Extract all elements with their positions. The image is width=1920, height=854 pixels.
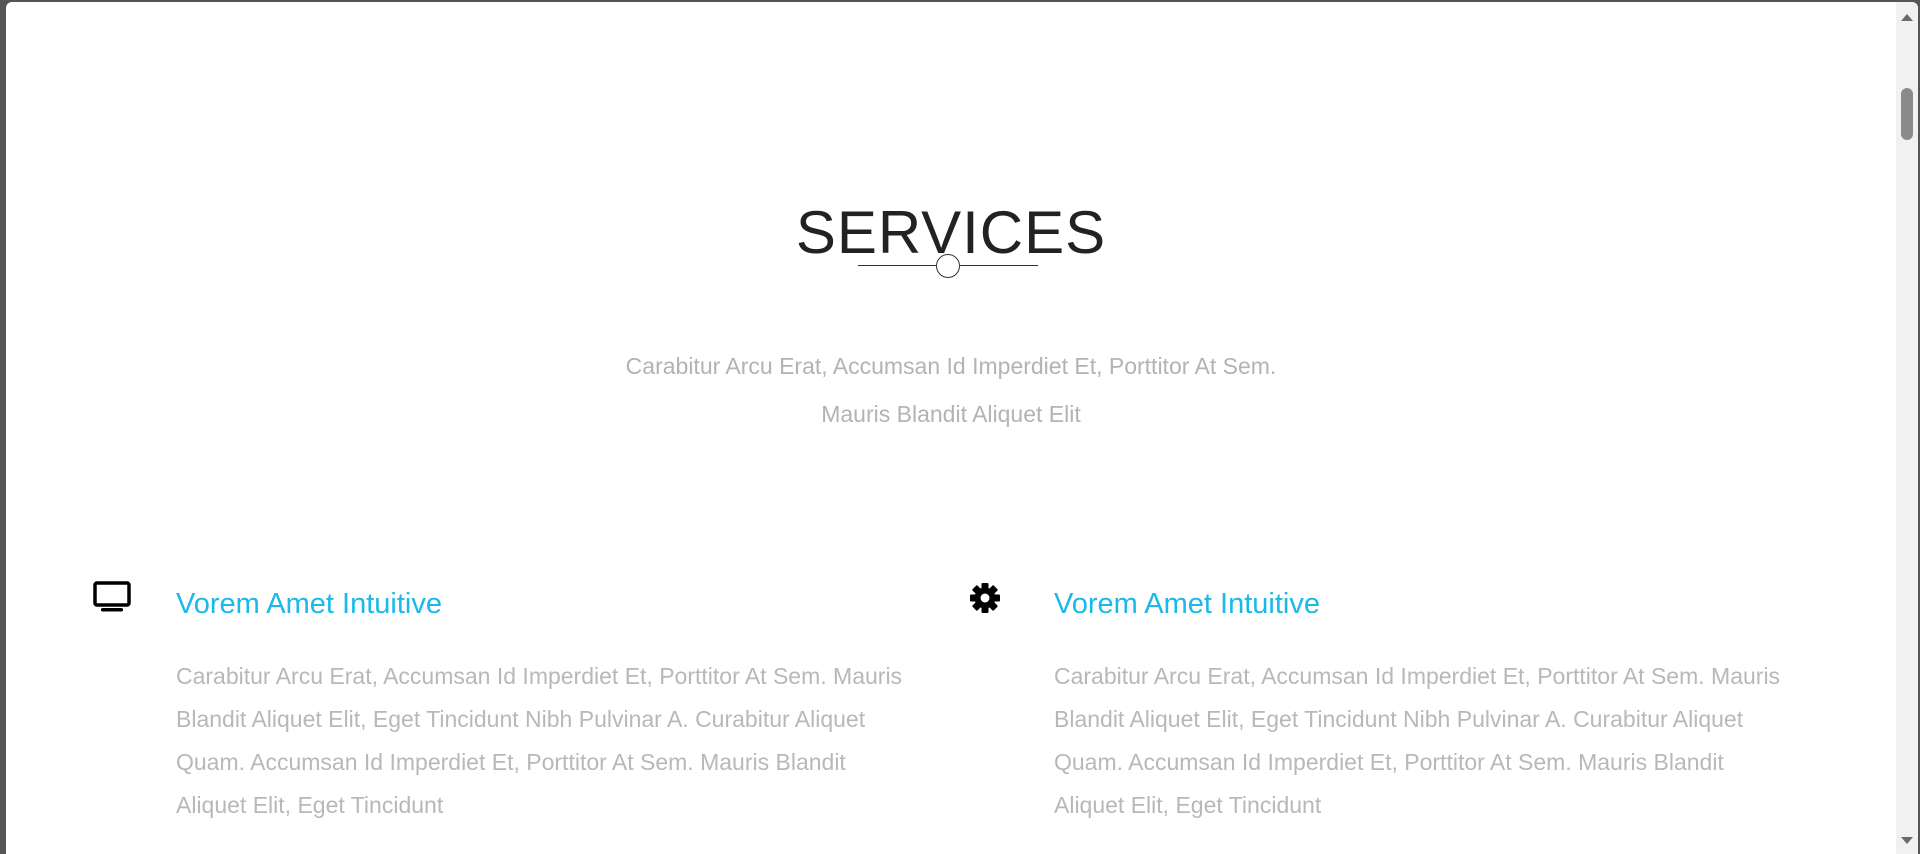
- browser-window: SERVICES Carabitur Arcu Erat, Accumsan I…: [6, 2, 1918, 854]
- service-item-1: Vorem Amet Intuitive Carabitur Arcu Erat…: [91, 577, 951, 854]
- service-item-2: Vorem Amet Intuitive Carabitur Arcu Erat…: [969, 577, 1829, 854]
- scrollbar-thumb[interactable]: [1901, 88, 1913, 140]
- service-title-2[interactable]: Vorem Amet Intuitive: [1054, 585, 1320, 623]
- vertical-scrollbar[interactable]: [1896, 2, 1918, 854]
- title-divider: [858, 253, 1038, 279]
- service-text-2: Carabitur Arcu Erat, Accumsan Id Imperdi…: [1054, 663, 1781, 818]
- scroll-up-arrow-icon[interactable]: [1901, 14, 1913, 21]
- service-text-1: Carabitur Arcu Erat, Accumsan Id Imperdi…: [176, 663, 903, 818]
- lead-line-1: Carabitur Arcu Erat, Accumsan Id Imperdi…: [625, 353, 1277, 379]
- scroll-down-arrow-icon[interactable]: [1901, 837, 1913, 844]
- gear-icon: [969, 577, 1013, 621]
- section-lead: Carabitur Arcu Erat, Accumsan Id Imperdi…: [6, 342, 1896, 438]
- divider-line-left: [858, 265, 936, 266]
- service-title-1[interactable]: Vorem Amet Intuitive: [176, 585, 442, 623]
- divider-circle: [936, 254, 960, 278]
- divider-line-right: [960, 265, 1038, 266]
- lead-line-2: Mauris Blandit Aliquet Elit: [821, 401, 1081, 427]
- page-content: SERVICES Carabitur Arcu Erat, Accumsan I…: [6, 2, 1896, 854]
- tv-icon: [91, 577, 135, 621]
